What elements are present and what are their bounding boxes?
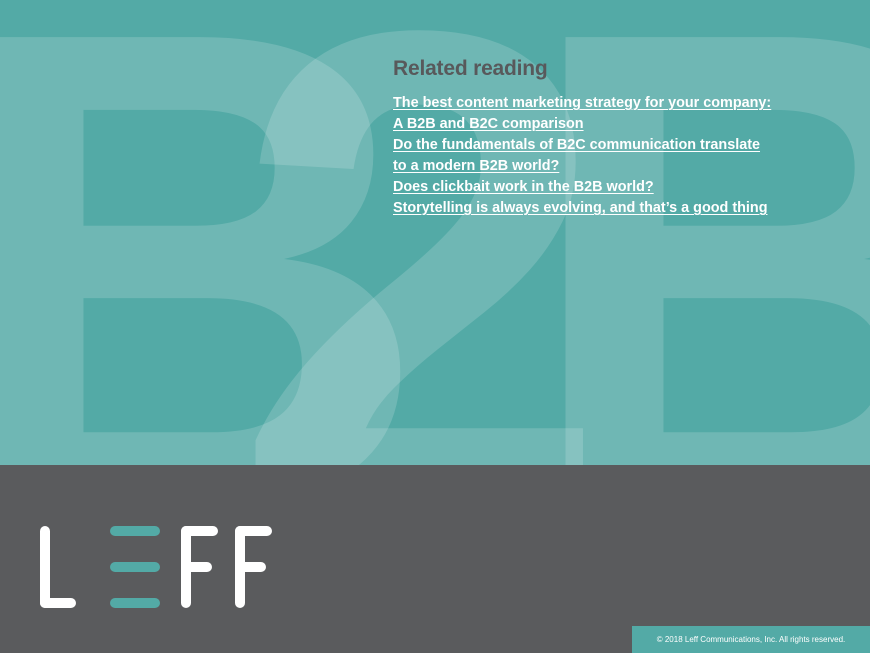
copyright-text: © 2018 Leff Communications, Inc. All rig… <box>656 634 846 644</box>
link-storytelling[interactable]: Storytelling is always evolving, and tha… <box>393 198 833 219</box>
link-line-2: to a modern B2B world? <box>393 158 560 174</box>
related-link-item: The best content marketing strategy for … <box>393 93 833 135</box>
logo-e-bar-middle <box>110 562 160 572</box>
related-link-item: Do the fundamentals of B2C communication… <box>393 135 833 177</box>
link-line-1: Do the fundamentals of B2C communication… <box>393 137 761 153</box>
link-line-2: A B2B and B2C comparison <box>393 116 584 132</box>
footer-bar: © 2018 Leff Communications, Inc. All rig… <box>632 626 870 653</box>
link-clickbait[interactable]: Does clickbait work in the B2B world? <box>393 177 833 198</box>
related-link-item: Does clickbait work in the B2B world? <box>393 177 833 198</box>
logo-l-vertical <box>40 526 50 608</box>
top-panel: B 2 B Related reading The best content m… <box>0 0 870 465</box>
link-line-1: The best content marketing strategy for … <box>393 95 772 111</box>
logo-f2-middle <box>235 562 266 572</box>
link-content-marketing-strategy[interactable]: The best content marketing strategy for … <box>393 93 833 135</box>
related-reading-heading: Related reading <box>393 57 548 80</box>
logo-e-bar-bottom <box>110 598 160 608</box>
related-links: The best content marketing strategy for … <box>393 93 833 219</box>
slide: B 2 B Related reading The best content m… <box>0 0 870 653</box>
logo-l-horizontal <box>40 598 76 608</box>
logo-f1-top <box>181 526 218 536</box>
logo-f2-top <box>235 526 272 536</box>
link-b2c-fundamentals[interactable]: Do the fundamentals of B2C communication… <box>393 135 833 177</box>
leff-logo-icon <box>40 526 272 608</box>
related-link-item: Storytelling is always evolving, and tha… <box>393 198 833 219</box>
logo-e-bar-top <box>110 526 160 536</box>
logo-f1-middle <box>181 562 212 572</box>
link-line-1: Does clickbait work in the B2B world? <box>393 179 654 195</box>
link-line-1: Storytelling is always evolving, and tha… <box>393 200 768 216</box>
related-reading: Related reading The best content marketi… <box>393 56 833 219</box>
